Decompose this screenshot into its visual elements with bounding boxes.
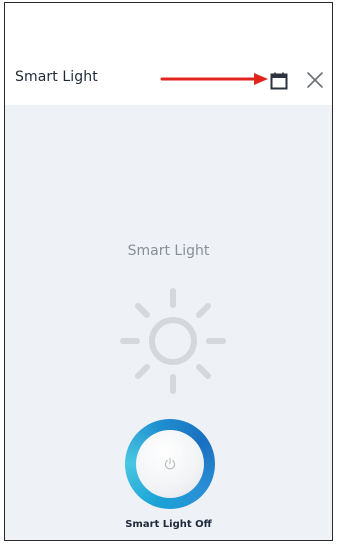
annotation-arrow-icon xyxy=(160,73,268,85)
device-name: Smart Light xyxy=(127,243,210,259)
power-button-face xyxy=(136,430,204,498)
sun-icon xyxy=(120,288,226,394)
close-icon xyxy=(307,72,323,88)
power-icon xyxy=(164,457,176,470)
device-panel: Smart Light Smart Light Off xyxy=(5,105,332,540)
close-button[interactable] xyxy=(303,68,327,92)
calendar-button[interactable] xyxy=(267,69,291,93)
power-toggle-button[interactable] xyxy=(125,419,215,509)
panel-header: Smart Light xyxy=(5,55,332,105)
app-frame: Smart Light Smart Light Smart Light Off xyxy=(4,2,333,541)
panel-title: Smart Light xyxy=(15,69,98,85)
calendar-icon xyxy=(270,72,288,90)
power-status-label: Smart Light Off xyxy=(125,519,212,530)
